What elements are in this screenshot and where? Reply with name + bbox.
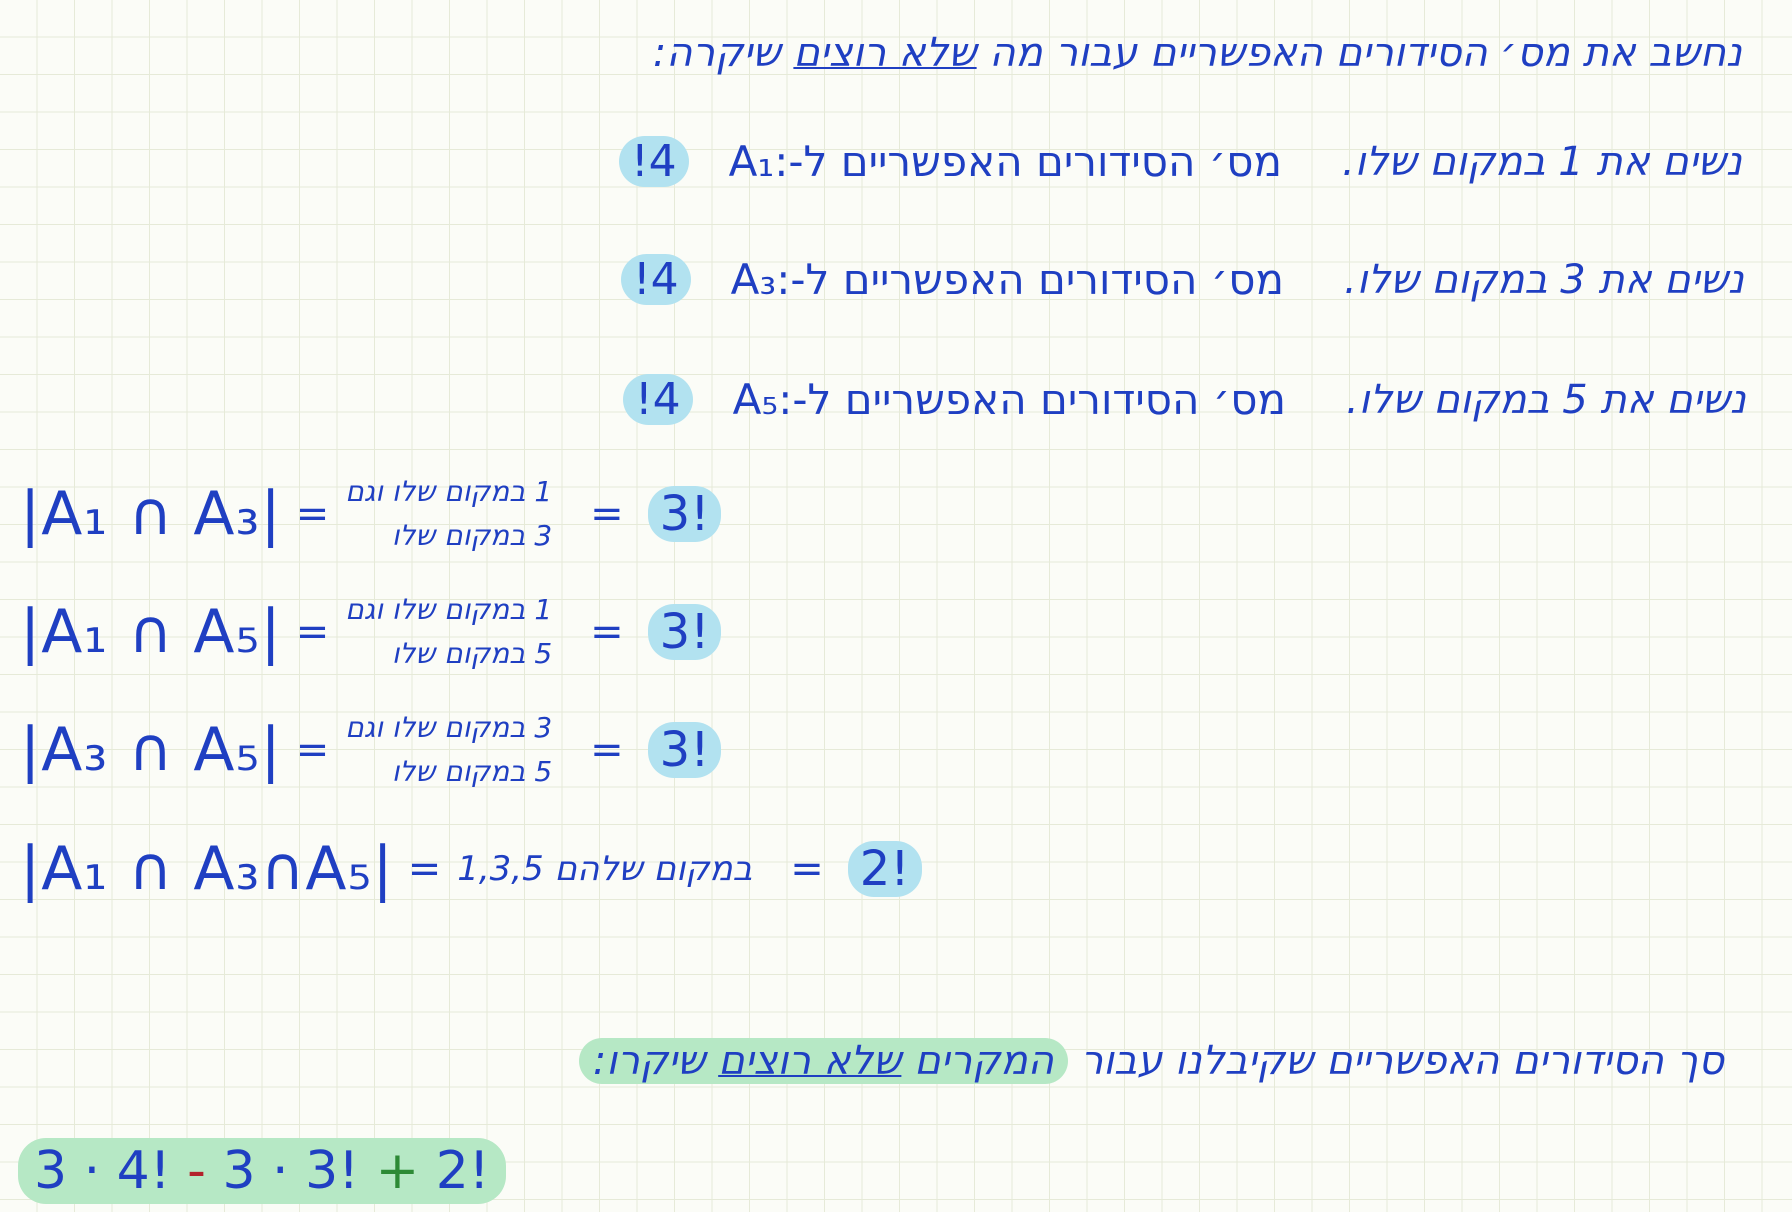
formula-term-3: 2!	[435, 1141, 490, 1201]
intersection-desc: 1 במקום שלו וגם 3 במקום שלו	[345, 470, 552, 558]
intro-text-before: נחשב את מס׳ הסידורים האפשריים עבור מה	[989, 30, 1742, 76]
rule-count-text: מס׳ הסידורים האפשריים ל-	[792, 375, 1286, 424]
intersection-desc-line1: 1 במקום שלו וגם	[345, 593, 553, 626]
intersection-lhs: |A₃ ∩ A₅|	[20, 715, 282, 785]
equals-sign: =	[590, 727, 624, 773]
intro-underlined: שלא רוצים	[793, 30, 977, 76]
intersection-desc: 1 במקום שלו וגם 5 במקום שלו	[345, 588, 552, 676]
intersection-row-1: |A₁ ∩ A₃| = 1 במקום שלו וגם 3 במקום שלו …	[20, 470, 722, 558]
rule-count: מס׳ הסידורים האפשריים ל-A₁:	[729, 137, 1282, 186]
rule-desc: נשים את 1 במקום שלו.	[1342, 138, 1742, 185]
equals-sign: =	[295, 727, 330, 773]
rule-set: A₁:	[728, 137, 789, 186]
intersection-row-3: |A₃ ∩ A₅| = 3 במקום שלו וגם 5 במקום שלו …	[20, 706, 722, 794]
rule-count: מס׳ הסידורים האפשריים ל-A₅:	[733, 375, 1286, 424]
triple-value: 2!	[847, 841, 922, 897]
intro-text-after: שיקרה:	[652, 30, 781, 76]
formula-plus: +	[375, 1141, 420, 1201]
intersection-desc-line2: 5 במקום שלו	[391, 637, 553, 670]
rule-answer: 4!	[619, 136, 689, 187]
intersection-desc-line1: 1 במקום שלו וגם	[345, 475, 553, 508]
equals-sign: =	[590, 609, 624, 655]
rule-answer: 4!	[621, 254, 691, 305]
triple-intersection-row: |A₁ ∩ A₃∩A₅| = במקום שלהם 1,3,5 = 2!	[20, 834, 922, 904]
formula-term-1: 3 · 4!	[34, 1141, 171, 1201]
intersection-desc-line1: 3 במקום שלו וגם	[345, 711, 553, 744]
rule-set: A₃:	[730, 255, 791, 304]
intro-line: נחשב את מס׳ הסידורים האפשריים עבור מה של…	[653, 30, 1742, 76]
intersection-desc: 3 במקום שלו וגם 5 במקום שלו	[345, 706, 552, 794]
formula-minus: -	[187, 1141, 206, 1201]
equals-sign: =	[790, 846, 824, 892]
rule-count: מס׳ הסידורים האפשריים ל-A₃:	[731, 255, 1284, 304]
intersection-desc-line2: 3 במקום שלו	[391, 519, 553, 552]
summary-hl-underlined: שלא רוצים	[718, 1038, 902, 1084]
rule-row-1: נשים את 1 במקום שלו. מס׳ הסידורים האפשרי…	[619, 136, 1742, 187]
summary-text-before: סך הסידורים האפשריים שקיבלנו עבור	[1080, 1038, 1724, 1084]
final-formula: 3 · 4! - 3 · 3! + 2!	[18, 1138, 506, 1204]
summary-hl-before: המקרים	[914, 1038, 1054, 1084]
summary-highlight: המקרים שלא רוצים שיקרו:	[578, 1038, 1068, 1084]
equals-sign: =	[295, 491, 330, 537]
formula-term-2: 3 · 3!	[222, 1141, 360, 1201]
equals-sign: =	[295, 609, 330, 655]
rule-desc: נשים את 5 במקום שלו.	[1346, 376, 1746, 423]
rule-set: A₅:	[732, 375, 793, 424]
rule-answer: 4!	[623, 374, 693, 425]
rule-count-text: מס׳ הסידורים האפשריים ל-	[788, 137, 1282, 186]
rule-count-text: מס׳ הסידורים האפשריים ל-	[790, 255, 1284, 304]
intersection-value: 3!	[647, 486, 722, 542]
intersection-row-2: |A₁ ∩ A₅| = 1 במקום שלו וגם 5 במקום שלו …	[20, 588, 722, 676]
rule-row-2: נשים את 3 במקום שלו. מס׳ הסידורים האפשרי…	[621, 254, 1744, 305]
equals-sign: =	[407, 846, 442, 892]
notebook-page: נחשב את מס׳ הסידורים האפשריים עבור מה של…	[0, 0, 1792, 1212]
triple-desc: במקום שלהם 1,3,5	[457, 849, 753, 889]
summary-hl-after: שיקרו:	[592, 1038, 706, 1084]
intersection-lhs: |A₁ ∩ A₅|	[20, 597, 282, 667]
intersection-value: 3!	[647, 722, 722, 778]
summary-line: סך הסידורים האפשריים שקיבלנו עבור המקרים…	[578, 1038, 1724, 1084]
equals-sign: =	[590, 491, 624, 537]
intersection-desc-line2: 5 במקום שלו	[391, 755, 553, 788]
intersection-value: 3!	[647, 604, 722, 660]
rule-desc: נשים את 3 במקום שלו.	[1344, 256, 1744, 303]
triple-lhs: |A₁ ∩ A₃∩A₅|	[20, 834, 394, 904]
intersection-lhs: |A₁ ∩ A₃|	[20, 479, 282, 549]
rule-row-3: נשים את 5 במקום שלו. מס׳ הסידורים האפשרי…	[623, 374, 1746, 425]
